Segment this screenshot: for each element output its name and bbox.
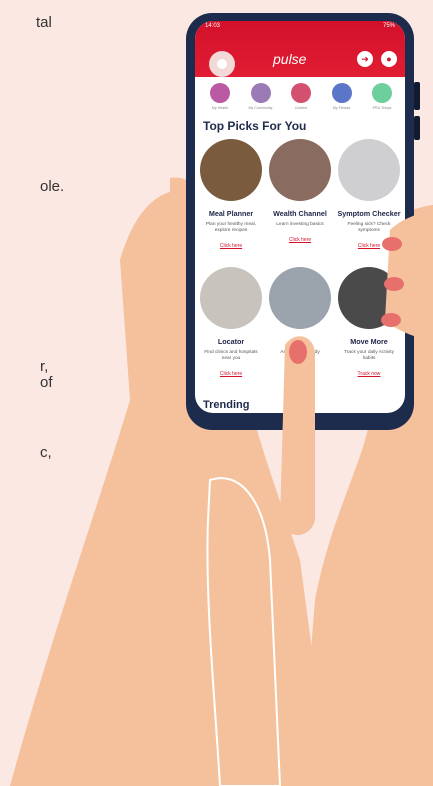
card-link[interactable]: Click here: [220, 371, 242, 377]
shops-icon: [372, 83, 392, 103]
quick-action-label: Content: [294, 106, 308, 110]
card-link[interactable]: Track now: [358, 371, 381, 377]
meal-image: [200, 139, 262, 201]
card-link[interactable]: Click here: [220, 243, 242, 249]
symptom-image: [338, 139, 400, 201]
quick-action-label: My Community: [248, 106, 273, 110]
card-desc: Feeling sick? Check symptoms: [347, 222, 391, 233]
card-title: Locator: [217, 337, 245, 346]
quick-action-label: My Health: [211, 106, 229, 110]
move-image: [338, 267, 400, 329]
community-icon: [250, 83, 271, 103]
card-desc: Learn investing basics: [276, 222, 324, 227]
quick-action-community[interactable]: My Community: [244, 83, 278, 110]
quick-action-fitness[interactable]: My Fitness: [325, 83, 359, 110]
avatar[interactable]: [209, 51, 235, 77]
bell-icon: ●: [386, 54, 392, 64]
card-desc: Find clinics and hospitals near you: [204, 350, 258, 361]
avatar-icon: [217, 59, 227, 69]
notification-button[interactable]: ●: [381, 51, 397, 67]
phone-frame: 14:03 75% pulse ➜ ● My Health My Communi…: [186, 13, 414, 430]
quick-action-label: My Fitness: [332, 106, 351, 110]
card-move-more[interactable]: Move More Track your daily Activity habi…: [337, 267, 401, 380]
app-logo: pulse: [273, 51, 307, 67]
card-desc: Plan your healthy meal, explore recipes: [205, 222, 257, 233]
volume-button: [414, 82, 420, 110]
card-title: Symptom Checker: [337, 209, 401, 218]
status-bar: 14:03 75%: [205, 23, 395, 33]
trending-title: Trending: [203, 399, 250, 411]
app-screen: 14:03 75% pulse ➜ ● My Health My Communi…: [195, 21, 405, 413]
status-time: 14:03: [205, 23, 221, 29]
status-battery: 75%: [382, 23, 395, 29]
health-icon: [210, 83, 230, 103]
card-desc: Analyse your body: [280, 350, 320, 355]
card-desc: Track your daily Activity habits: [344, 350, 394, 361]
section-title: Top Picks For You: [203, 119, 307, 133]
locator-image: [200, 267, 262, 329]
quick-action-health[interactable]: My Health: [203, 83, 237, 110]
card-bmi[interactable]: BMI Analyse your body Check now: [268, 267, 332, 374]
card-title: Move More: [350, 337, 388, 346]
share-icon: ➜: [361, 54, 369, 64]
quick-actions-row: My Health My Community Content My Fitnes…: [203, 83, 399, 110]
app-header: 14:03 75% pulse ➜ ●: [195, 21, 405, 77]
card-locator[interactable]: Locator Find clinics and hospitals near …: [199, 267, 263, 380]
power-button: [414, 116, 420, 140]
share-button[interactable]: ➜: [357, 51, 373, 67]
card-link[interactable]: Check now: [288, 365, 313, 371]
content-icon: [291, 83, 311, 103]
fitness-icon: [331, 83, 352, 103]
bmi-image: [269, 267, 331, 329]
card-title: Wealth Channel: [273, 209, 327, 218]
card-wealth-channel[interactable]: Wealth Channel Learn investing basics Cl…: [268, 139, 332, 246]
card-link[interactable]: Click here: [358, 243, 380, 249]
card-title: Meal Planner: [208, 209, 254, 218]
wealth-image: [269, 139, 331, 201]
quick-action-shops[interactable]: PRU Shops: [365, 83, 399, 110]
card-link[interactable]: Click here: [289, 237, 311, 243]
card-meal-planner[interactable]: Meal Planner Plan your healthy meal, exp…: [199, 139, 263, 252]
quick-action-content[interactable]: Content: [284, 83, 318, 110]
card-title: BMI: [293, 337, 307, 346]
quick-action-label: PRU Shops: [372, 106, 392, 110]
card-symptom-checker[interactable]: Symptom Checker Feeling sick? Check symp…: [337, 139, 401, 252]
